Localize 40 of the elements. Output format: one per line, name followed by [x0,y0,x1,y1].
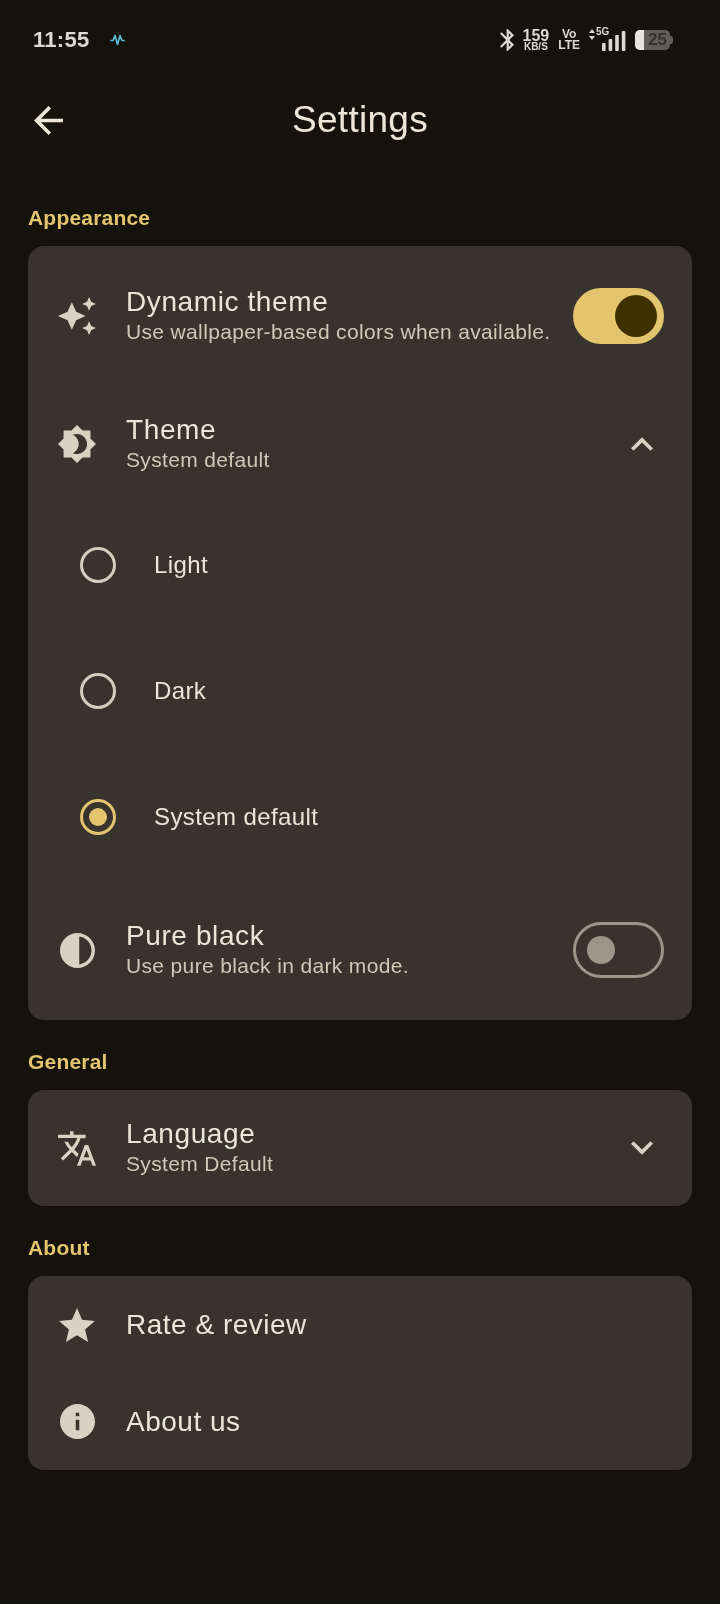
net-speed-value: 159 [522,28,550,42]
option-label: Light [154,550,209,580]
setting-title: Language [126,1118,256,1150]
net-speed-unit: KB/S [523,41,548,52]
translate-icon [58,1130,96,1166]
section-heading: General [28,1049,108,1075]
star-icon [59,1307,95,1342]
section-heading: Appearance [28,205,151,231]
arrow-left-icon [33,105,63,135]
setting-description: Use pure black in dark mode. [126,953,409,979]
radio-button[interactable] [80,673,116,709]
menu-link[interactable]: Rate & review [126,1308,307,1341]
volte-top-label: Vo [561,29,577,40]
sparkles-icon [58,297,96,335]
info-icon [59,1404,95,1439]
network-type-label: 5G [596,27,610,37]
setting-description: Use wallpaper-based colors when available. [126,319,551,345]
section-heading: About [28,1235,90,1261]
setting-title: Dynamic theme [126,286,329,318]
setting-value: System default [126,447,270,473]
radio-button[interactable] [80,547,116,583]
chevron-up-icon[interactable] [631,437,653,451]
setting-title: Theme [126,414,217,446]
data-arrows-icon [589,29,595,40]
battery-fill [635,30,644,50]
clock-time: 11:55 [33,29,90,51]
toggle-switch[interactable] [573,922,664,978]
radio-button[interactable] [80,799,116,835]
volte-bottom-label: LTE [558,40,580,51]
wave-icon [109,34,125,46]
sun-moon-icon [58,425,96,463]
chevron-down-icon[interactable] [631,1141,653,1155]
page-title: Settings [291,98,429,142]
option-label: Dark [154,676,207,706]
setting-title: Pure black [126,920,265,952]
menu-link[interactable]: About us [126,1405,241,1438]
setting-value: System Default [126,1151,274,1177]
option-label: System default [154,802,319,832]
bluetooth-icon [499,29,514,51]
toggle-switch[interactable] [573,288,664,344]
